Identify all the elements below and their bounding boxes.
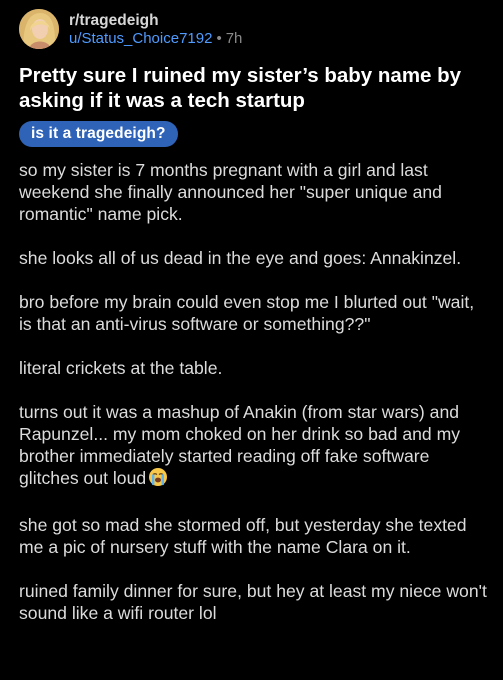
- body-paragraph: bro before my brain could even stop me I…: [19, 292, 475, 334]
- body-paragraph-with-emoji: turns out it was a mashup of Anakin (fro…: [19, 401, 489, 492]
- separator-dot: •: [216, 29, 222, 47]
- post-age: 7h: [225, 29, 243, 47]
- body-paragraph: ruined family dinner for sure, but hey a…: [19, 581, 487, 623]
- post-header: r/tragedeigh u/Status_Choice7192 • 7h: [19, 9, 242, 49]
- post-title[interactable]: Pretty sure I ruined my sister’s baby na…: [19, 63, 489, 113]
- byline: u/Status_Choice7192 • 7h: [69, 30, 242, 48]
- body-paragraph: so my sister is 7 months pregnant with a…: [19, 160, 442, 224]
- username-link[interactable]: u/Status_Choice7192: [69, 30, 212, 47]
- post-flair[interactable]: is it a tragedeigh?: [19, 121, 178, 147]
- body-paragraph: she looks all of us dead in the eye and …: [19, 248, 462, 268]
- body-paragraph: she got so mad she stormed off, but yest…: [19, 515, 467, 557]
- body-paragraph-text: turns out it was a mashup of Anakin (fro…: [19, 402, 461, 488]
- loudly-crying-face-icon: [148, 467, 168, 492]
- avatar[interactable]: [19, 9, 59, 49]
- subreddit-link[interactable]: r/tragedeigh: [69, 12, 242, 30]
- post-body: so my sister is 7 months pregnant with a…: [19, 159, 489, 646]
- avatar-image: [19, 9, 59, 49]
- body-paragraph: literal crickets at the table.: [19, 358, 223, 378]
- post-meta: r/tragedeigh u/Status_Choice7192 • 7h: [69, 11, 242, 48]
- post: r/tragedeigh u/Status_Choice7192 • 7h Pret…: [0, 0, 503, 680]
